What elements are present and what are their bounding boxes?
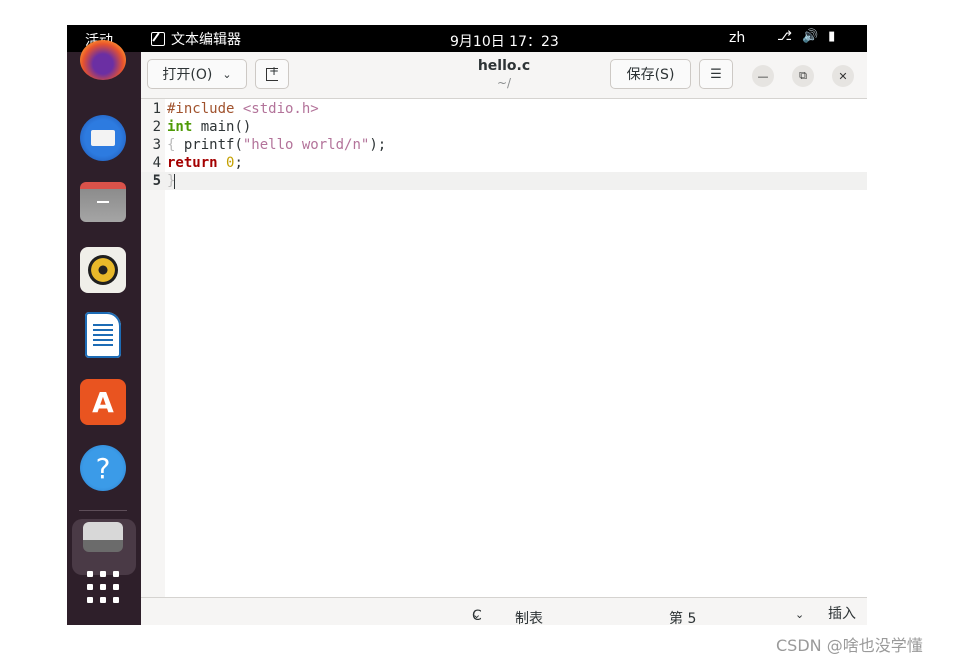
volume-icon: 🔊 [801,29,819,44]
maximize-button[interactable]: ⧉ [792,65,814,87]
software-store-icon[interactable]: A [80,379,126,425]
minimize-button[interactable]: — [752,65,774,87]
code-token: #include [167,101,243,117]
text-editor-dock-icon[interactable] [83,522,123,552]
code-line[interactable]: 5} [141,172,867,190]
code-token: return [167,155,218,171]
code-line[interactable]: 1 #include <stdio.h> [141,100,867,118]
rhythmbox-icon[interactable] [80,247,126,293]
document-path: ~/ [496,76,512,90]
files-icon[interactable] [80,182,126,222]
close-icon: ✕ [838,69,848,83]
dock: A ? [67,40,141,625]
dock-separator [79,510,127,511]
text-cursor [174,173,176,189]
code-line[interactable]: 2 int main() [141,118,867,136]
app-menu[interactable]: 文本编辑器 [151,29,241,49]
open-button[interactable]: 打开(O) ⌄ [147,59,247,89]
battery-icon: ▮ [828,29,836,44]
code-token: printf( [175,137,243,153]
code-token: <stdio.h> [242,101,319,117]
network-icon: ⎇ [777,29,792,44]
hamburger-menu-button[interactable]: ☰ [699,59,733,89]
chevron-down-icon: ⌄ [795,608,805,621]
cursor-position-label: 第 5 行，第 2 列 [669,611,697,625]
code-token: int [167,119,193,135]
chevron-down-icon: ⌄ [222,67,232,81]
chevron-down-icon: ⌄ [472,608,482,621]
restore-icon: ⧉ [799,69,807,82]
desktop-screen: 活动 文本编辑器 9月10日 17：23 zh ⎇ 🔊 ▮ A ? 打开(O) … [67,25,867,625]
code-token: main() [192,119,252,135]
chevron-down-icon: ⌄ [515,608,525,621]
insert-mode-indicator[interactable]: 插入 [828,603,856,623]
code-line[interactable]: 4 return 0; [141,154,867,172]
save-button[interactable]: 保存(S) [610,59,691,89]
line-number: 1 [152,101,161,117]
watermark: CSDN @啥也没学懂 [776,636,923,655]
code-token: "hello world/n" [242,137,370,153]
envelope-icon [91,130,115,146]
line-number: 3 [152,137,161,153]
open-button-label: 打开(O) [162,67,213,83]
text-editor-area[interactable]: 1 #include <stdio.h> 2 int main() 3{ printf(… [141,99,867,597]
clock[interactable]: 9月10日 17：23 [450,31,559,51]
line-number: 5 [152,173,161,189]
minimize-icon: — [757,69,769,83]
document-title: hello.c [477,58,531,74]
new-tab-icon [266,64,279,81]
line-number: 2 [152,119,161,135]
system-menu[interactable]: ⎇ 🔊 ▮ [777,29,835,44]
firefox-icon[interactable] [80,40,126,80]
help-icon[interactable]: ? [80,445,126,491]
status-bar: C ⌄ 制表符宽度：8 ⌄ 第 5 行，第 2 列 ⌄ 插入 [141,597,867,625]
new-tab-button[interactable] [255,59,289,89]
libreoffice-writer-icon[interactable] [85,312,121,358]
line-number: 4 [152,155,161,171]
top-bar: 活动 文本编辑器 9月10日 17：23 zh ⎇ 🔊 ▮ [67,25,867,52]
code-token: ); [369,137,387,153]
code-token: ; [234,155,243,171]
hamburger-icon: ☰ [710,66,722,82]
close-button[interactable]: ✕ [832,65,854,87]
app-menu-label: 文本编辑器 [171,32,241,48]
code-line[interactable]: 3{ printf("hello world/n"); [141,136,867,154]
show-applications-icon[interactable] [85,569,121,605]
input-method-indicator[interactable]: zh [729,30,745,46]
thunderbird-icon[interactable] [80,115,126,161]
header-bar: 打开(O) ⌄ hello.c ~/ 保存(S) ☰ — ⧉ ✕ [141,52,867,99]
text-editor-icon [151,32,165,46]
